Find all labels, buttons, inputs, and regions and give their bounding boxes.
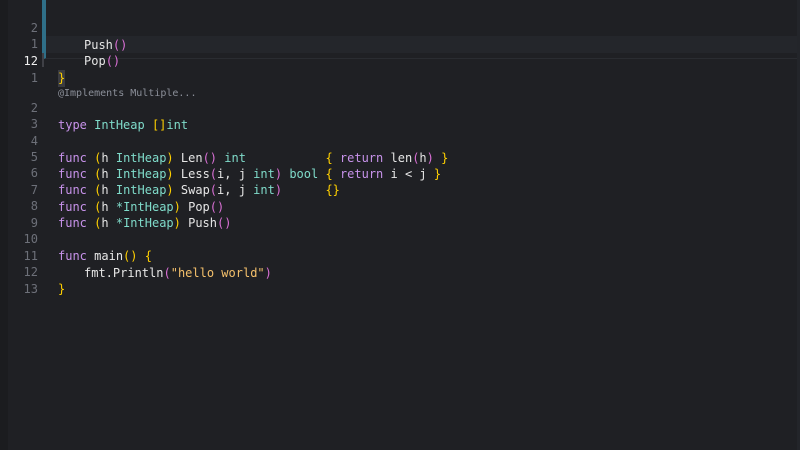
func-name-token: len [390, 151, 413, 165]
codelens-implements[interactable]: @Implements Multiple... [58, 85, 196, 102]
bracket-token: { [144, 249, 152, 263]
type-token: IntHeap [115, 151, 167, 165]
keyword-token: return [339, 167, 384, 181]
code-editor[interactable]: 2 Push() 1 Pop() 12 } 1 @Implements Mult… [0, 0, 800, 450]
ident-token: i, j [217, 167, 246, 181]
bracket-token: } [433, 167, 442, 181]
code-line[interactable]: 13 [0, 264, 38, 296]
bracket-token: ) [274, 183, 283, 197]
bracket-token: () [202, 151, 218, 165]
current-line-highlight [46, 36, 798, 53]
bracket-token: () [217, 216, 232, 230]
code-line[interactable]: 11 fmt.Println("hello world") [0, 231, 272, 280]
type-token: IntHeap [115, 183, 167, 197]
code-line[interactable]: 8 func (h *IntHeap) Push() [0, 181, 232, 230]
code-line[interactable]: 12 } [0, 247, 66, 296]
bracket-token: ( [209, 167, 218, 181]
ident-token: i < j [390, 167, 427, 181]
peek-popup[interactable] [44, 0, 798, 59]
code-token: () [112, 38, 128, 52]
line-number: 13 [23, 282, 38, 296]
ident-token: h [419, 151, 427, 165]
ident-token: h [101, 151, 109, 165]
type-token: *IntHeap [115, 216, 174, 230]
keyword-token: func [58, 167, 87, 181]
ident-token: h [101, 216, 109, 230]
bracket-token: ) [173, 216, 181, 230]
func-name-token: Less [180, 167, 210, 181]
type-token: IntHeap [94, 118, 145, 132]
ident-token: h [101, 200, 109, 214]
bracket-token: ( [163, 266, 171, 280]
type-token: IntHeap [115, 167, 167, 181]
bracket-token: } [441, 151, 449, 165]
bracket-token: () [209, 200, 225, 214]
code-token: Pop [84, 54, 106, 68]
vertical-scrollbar[interactable] [794, 0, 800, 450]
popup-line[interactable]: 2 Push() [0, 3, 128, 52]
keyword-token: return [339, 151, 384, 165]
code-line[interactable]: 10 func main() { [0, 214, 152, 263]
code-line[interactable]: 6 func (h IntHeap) Swap(i, j int) {} [0, 148, 340, 197]
peek-border-marker [42, 0, 44, 53]
keyword-token: func [58, 249, 87, 263]
bracket-token: () [123, 249, 138, 263]
func-name-token: Len [180, 151, 203, 165]
bracket-token: ) [264, 266, 272, 280]
type-token: *IntHeap [115, 200, 174, 214]
bracket-token: } [58, 282, 66, 296]
bracket-token: {} [325, 183, 340, 197]
ident-token: i, j [217, 183, 246, 197]
type-token: int [166, 118, 189, 132]
bracket-token: ( [209, 183, 218, 197]
bracket-token: ) [173, 200, 181, 214]
string-token: "hello world" [170, 266, 265, 280]
bracket-token: ) [166, 151, 174, 165]
keyword-token: func [58, 183, 87, 197]
keyword-token: func [58, 216, 87, 230]
func-name-token: Pop [188, 200, 210, 214]
bracket-token: ) [166, 183, 174, 197]
keyword-token: type [58, 118, 87, 132]
ident-token: h [101, 167, 109, 181]
code-line[interactable]: 7 func (h *IntHeap) Pop() [0, 165, 224, 214]
code-line[interactable]: 3 [0, 99, 38, 131]
type-token: int [253, 183, 275, 197]
ident-token: h [101, 183, 109, 197]
bracket-token: { [325, 151, 333, 165]
type-token: bool [289, 167, 319, 181]
bracket-token: [] [151, 118, 167, 132]
code-token: Push [84, 38, 113, 52]
code-line[interactable]: 5 func (h IntHeap) Less(i, j int) bool {… [0, 132, 441, 181]
type-token: int [224, 151, 246, 165]
code-token: () [105, 54, 121, 68]
gutter-marker [42, 53, 44, 67]
func-name-token: fmt.Println [84, 266, 164, 280]
type-token: int [253, 167, 275, 181]
code-line[interactable]: 2 type IntHeap []int [0, 83, 188, 132]
bracket-token: { [325, 167, 333, 181]
bracket-token: ) [426, 151, 434, 165]
bracket-token: ) [274, 167, 283, 181]
popup-line[interactable]: 1 Pop() [0, 19, 120, 68]
keyword-token: func [58, 151, 87, 165]
bracket-token: ) [166, 167, 174, 181]
keyword-token: func [58, 200, 87, 214]
code-line[interactable]: 9 [0, 198, 38, 230]
code-line[interactable]: 4 func (h IntHeap) Len() int { return le… [0, 116, 449, 165]
popup-line[interactable]: 12 } [0, 36, 66, 87]
func-name-token: Push [188, 216, 218, 230]
func-name-token: main [94, 249, 124, 263]
func-name-token: Swap [180, 183, 210, 197]
